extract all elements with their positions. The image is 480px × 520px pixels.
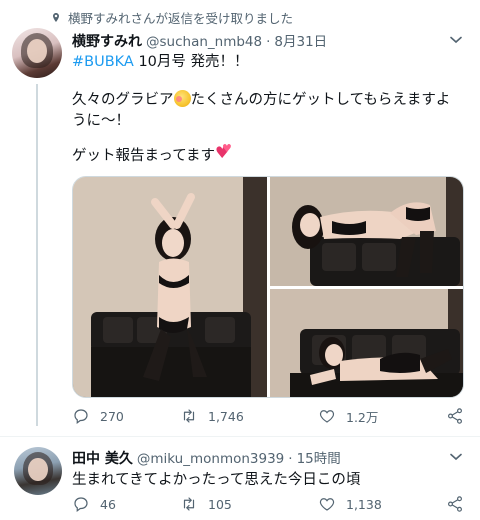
- retweet-icon: [183, 409, 195, 423]
- tweet-actions: 46 105 1,138: [72, 494, 464, 514]
- reply-icon: [74, 409, 88, 424]
- text-segment: 10月号 発売！！: [133, 54, 249, 70]
- like-button[interactable]: 1,138: [318, 495, 382, 513]
- separator: ·: [266, 34, 271, 50]
- timestamp[interactable]: 15時間: [297, 447, 341, 467]
- user-handle[interactable]: @suchan_nmb48: [146, 34, 262, 50]
- like-button[interactable]: 1.2万: [318, 407, 378, 426]
- thread-line: [36, 84, 38, 426]
- tweet-actions: 270 1,746 1.2万: [72, 406, 464, 426]
- media-grid: [72, 176, 464, 398]
- reply-count: 270: [100, 408, 124, 424]
- pin-icon: [53, 12, 59, 22]
- heart-icon: [319, 498, 335, 511]
- photo-2[interactable]: [270, 177, 463, 286]
- separator: ·: [288, 451, 293, 467]
- chevron-down-icon[interactable]: [450, 36, 462, 44]
- avatar[interactable]: [14, 447, 62, 495]
- heart-icon: [319, 410, 335, 423]
- chevron-down-icon[interactable]: [450, 453, 462, 461]
- reply-count: 46: [100, 496, 116, 512]
- retweet-icon: [183, 497, 195, 511]
- reply-button[interactable]: 46: [72, 495, 116, 513]
- reply-notice: 横野すみれさんが返信を受け取りました: [50, 8, 293, 27]
- tweet-header: 田中 美久 @miku_monmon3939 · 15時間: [72, 447, 341, 468]
- text-segment: 久々のグラビア: [72, 92, 174, 108]
- like-count: 1,138: [346, 496, 382, 512]
- share-button[interactable]: [446, 495, 464, 513]
- reply-button[interactable]: 270: [72, 407, 124, 425]
- like-count: 1.2万: [346, 409, 379, 425]
- reply-icon: [74, 497, 88, 512]
- retweet-count: 1,746: [208, 408, 244, 424]
- share-button[interactable]: [446, 407, 464, 425]
- retweet-button[interactable]: 1,746: [180, 407, 244, 425]
- display-name[interactable]: 横野すみれ: [72, 31, 142, 51]
- retweet-count: 105: [208, 496, 232, 512]
- reply-notice-text: 横野すみれさんが返信を受け取りました: [68, 11, 294, 26]
- divider: [0, 436, 480, 437]
- timestamp[interactable]: 8月31日: [274, 30, 327, 50]
- blushing-face-emoji-icon: [173, 90, 191, 107]
- photo-1[interactable]: [73, 177, 267, 397]
- tweet-text: 生まれてきてよかったって思えた今日この頃: [72, 472, 361, 488]
- tweet-header: 横野すみれ @suchan_nmb48 · 8月31日: [72, 30, 327, 51]
- hashtag-link[interactable]: #BUBKA: [72, 54, 134, 70]
- tweet-text-line: 久々のグラビア たくさんの方にゲットしてもらえますように〜！: [72, 90, 462, 132]
- display-name[interactable]: 田中 美久: [72, 448, 133, 468]
- tweet-text-line: #BUBKA 10月号 発売！！: [72, 52, 249, 73]
- share-icon: [448, 496, 462, 512]
- retweet-button[interactable]: 105: [180, 495, 232, 513]
- avatar[interactable]: [12, 28, 62, 78]
- share-icon: [448, 408, 462, 424]
- text-segment: ゲット報告まってます: [72, 148, 215, 164]
- tweet-text-line: ゲット報告まってます: [72, 138, 233, 167]
- photo-3[interactable]: [270, 289, 463, 397]
- two-hearts-emoji-icon: [215, 138, 233, 163]
- user-handle[interactable]: @miku_monmon3939: [137, 451, 284, 467]
